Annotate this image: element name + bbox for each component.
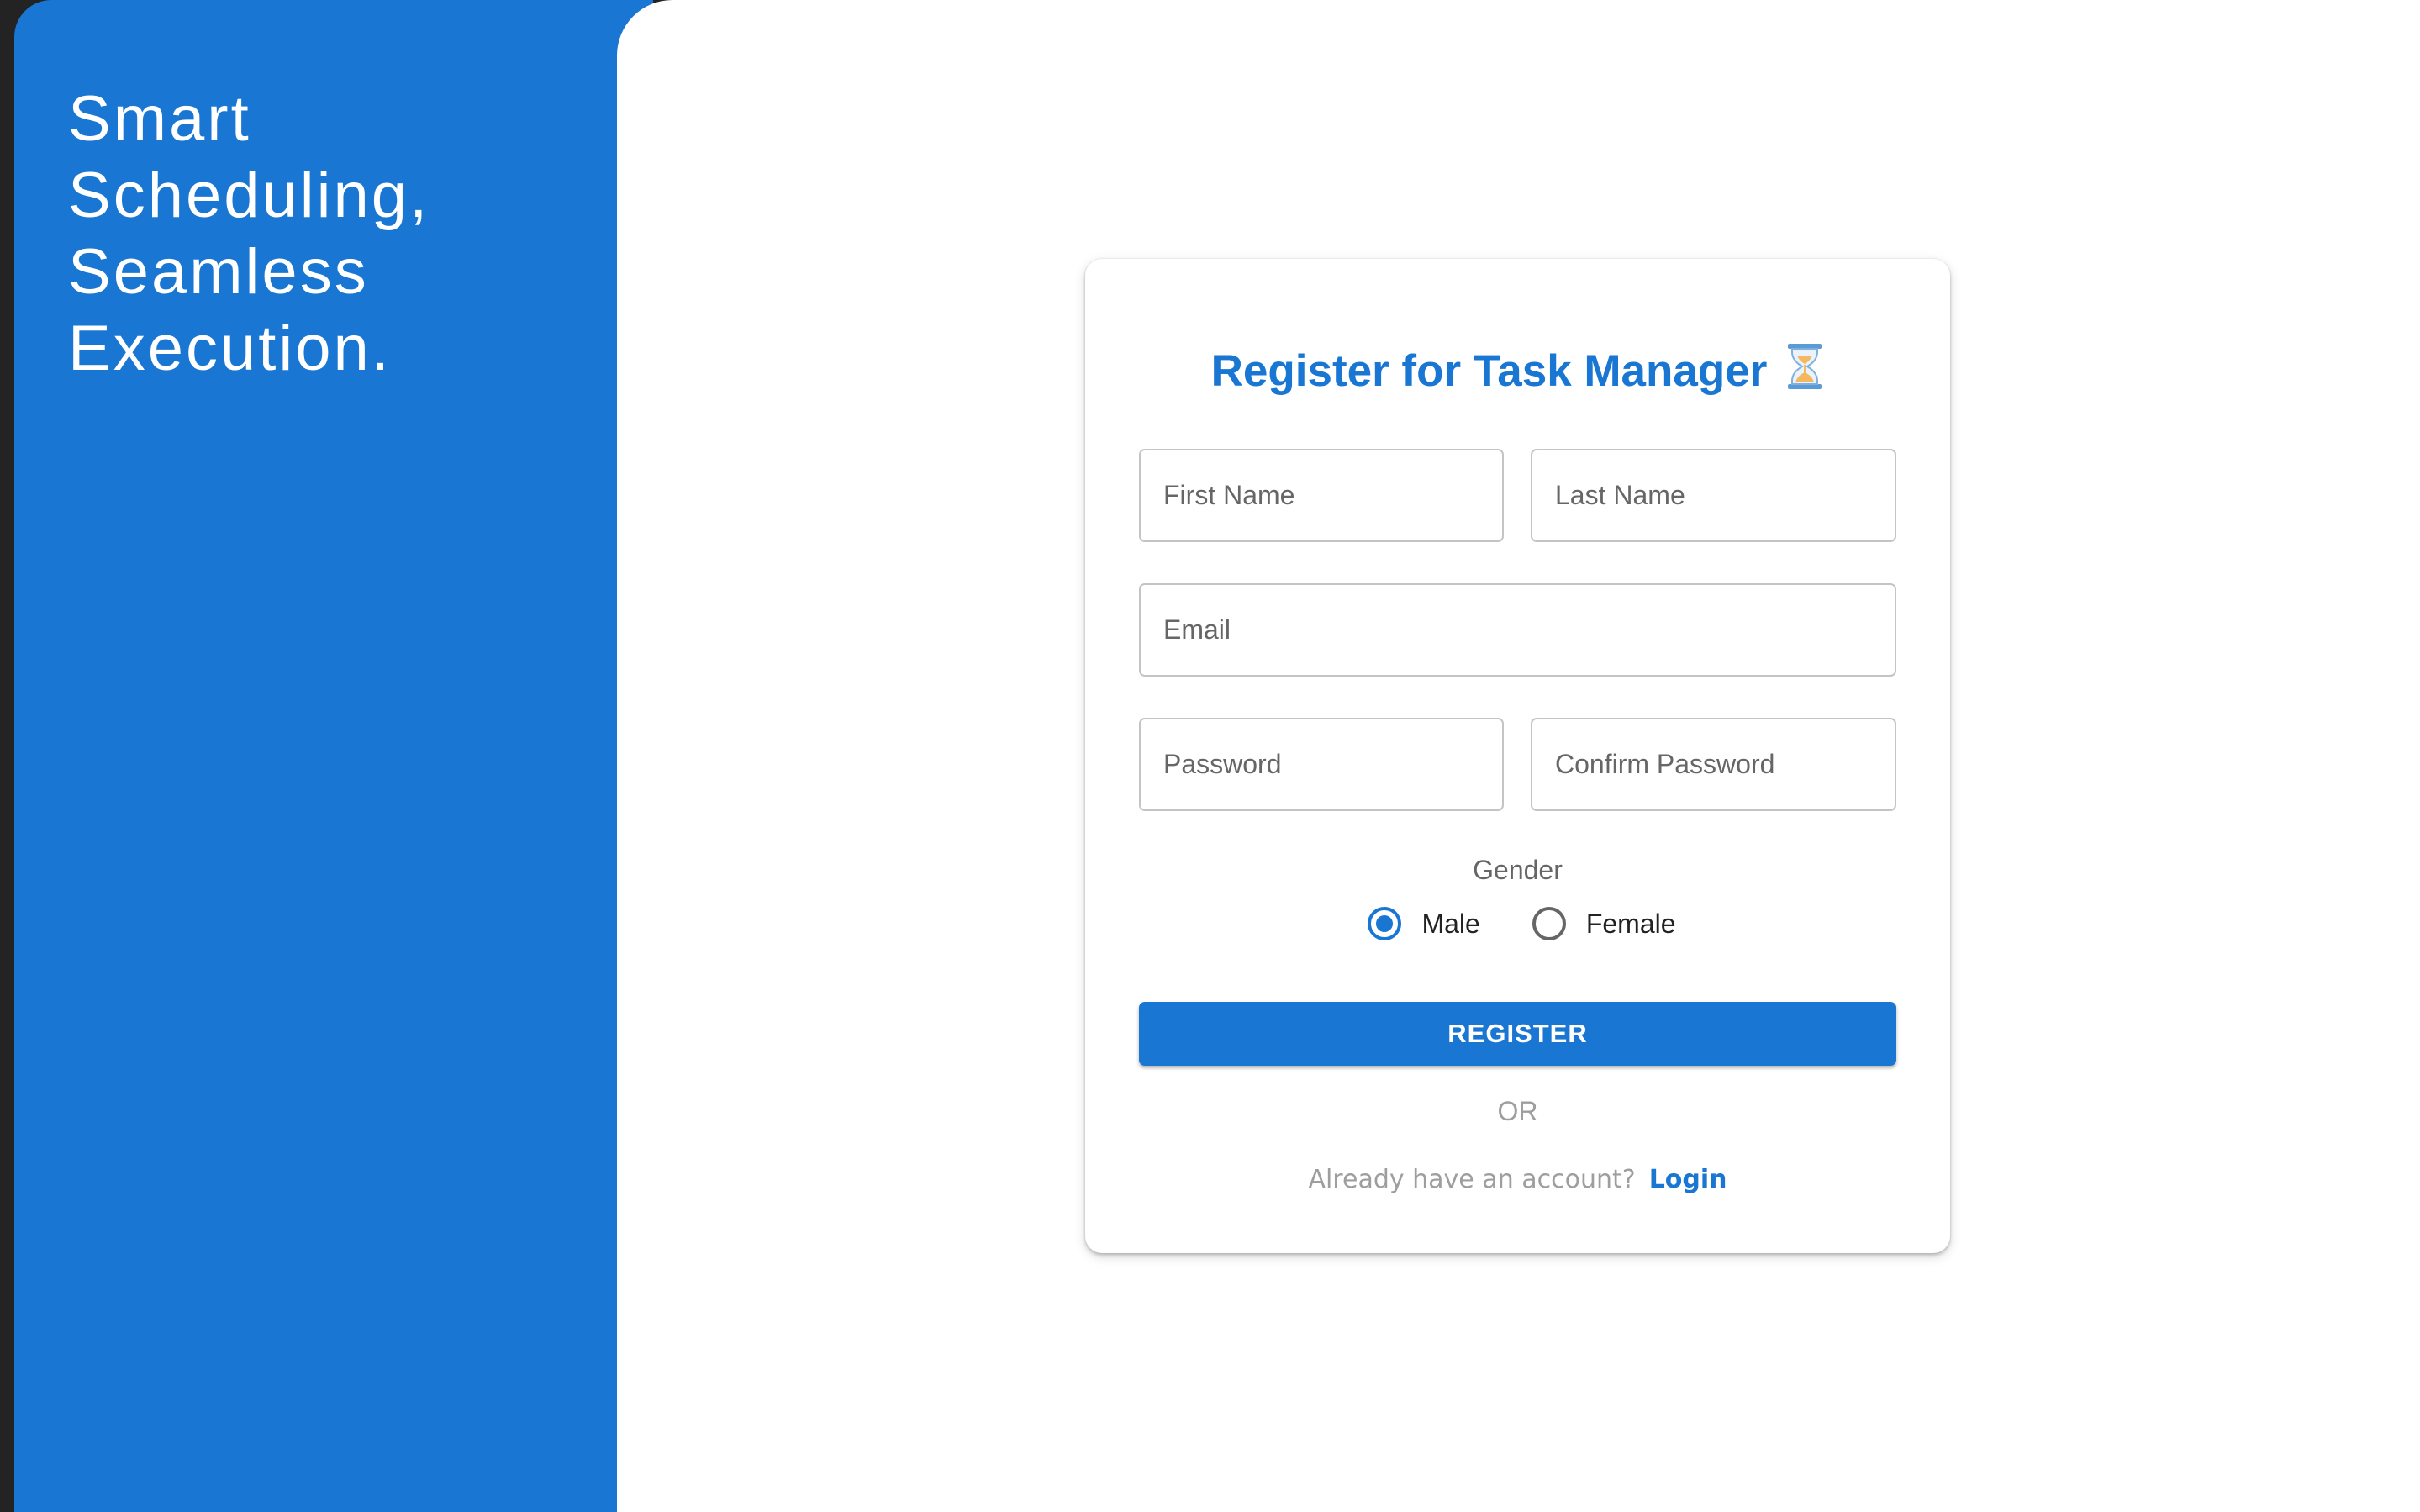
login-prompt: Already have an account?	[1308, 1165, 1636, 1194]
gender-option-female[interactable]: Female	[1532, 903, 1676, 945]
hourglass-icon	[1785, 342, 1824, 407]
email-label: Email	[1163, 614, 1231, 645]
brand-panel: Smart Scheduling, Seamless Execution.	[14, 0, 653, 1512]
gender-label: Gender	[1473, 855, 1563, 885]
page-title: Register for Task Manager	[1085, 341, 1950, 407]
email-field[interactable]: Email	[1139, 583, 1896, 677]
confirm-password-label: Confirm Password	[1555, 749, 1775, 779]
register-button[interactable]: REGISTER	[1139, 1002, 1896, 1066]
title-text: Register for Task Manager	[1210, 346, 1768, 396]
gender-radio-group: Male Female	[1085, 903, 1950, 945]
login-link[interactable]: Login	[1649, 1165, 1727, 1194]
radio-unchecked-icon[interactable]	[1532, 907, 1566, 940]
radio-checked-icon[interactable]	[1368, 907, 1402, 940]
last-name-label: Last Name	[1555, 480, 1685, 510]
tagline: Smart Scheduling, Seamless Execution.	[68, 83, 430, 384]
gender-option-label: Male	[1421, 908, 1480, 939]
first-name-label: First Name	[1163, 480, 1295, 510]
confirm-password-field[interactable]: Confirm Password	[1531, 718, 1896, 811]
gender-option-label: Female	[1585, 908, 1676, 939]
first-name-field[interactable]: First Name	[1139, 449, 1504, 542]
register-card: Register for Task Manager First Name Las…	[1085, 259, 1950, 1253]
last-name-field[interactable]: Last Name	[1531, 449, 1896, 542]
or-divider: OR	[1497, 1096, 1538, 1126]
password-label: Password	[1163, 749, 1282, 779]
gender-option-male[interactable]: Male	[1368, 903, 1480, 945]
password-field[interactable]: Password	[1139, 718, 1504, 811]
login-prompt-row: Already have an account? Login	[1085, 1162, 1950, 1199]
